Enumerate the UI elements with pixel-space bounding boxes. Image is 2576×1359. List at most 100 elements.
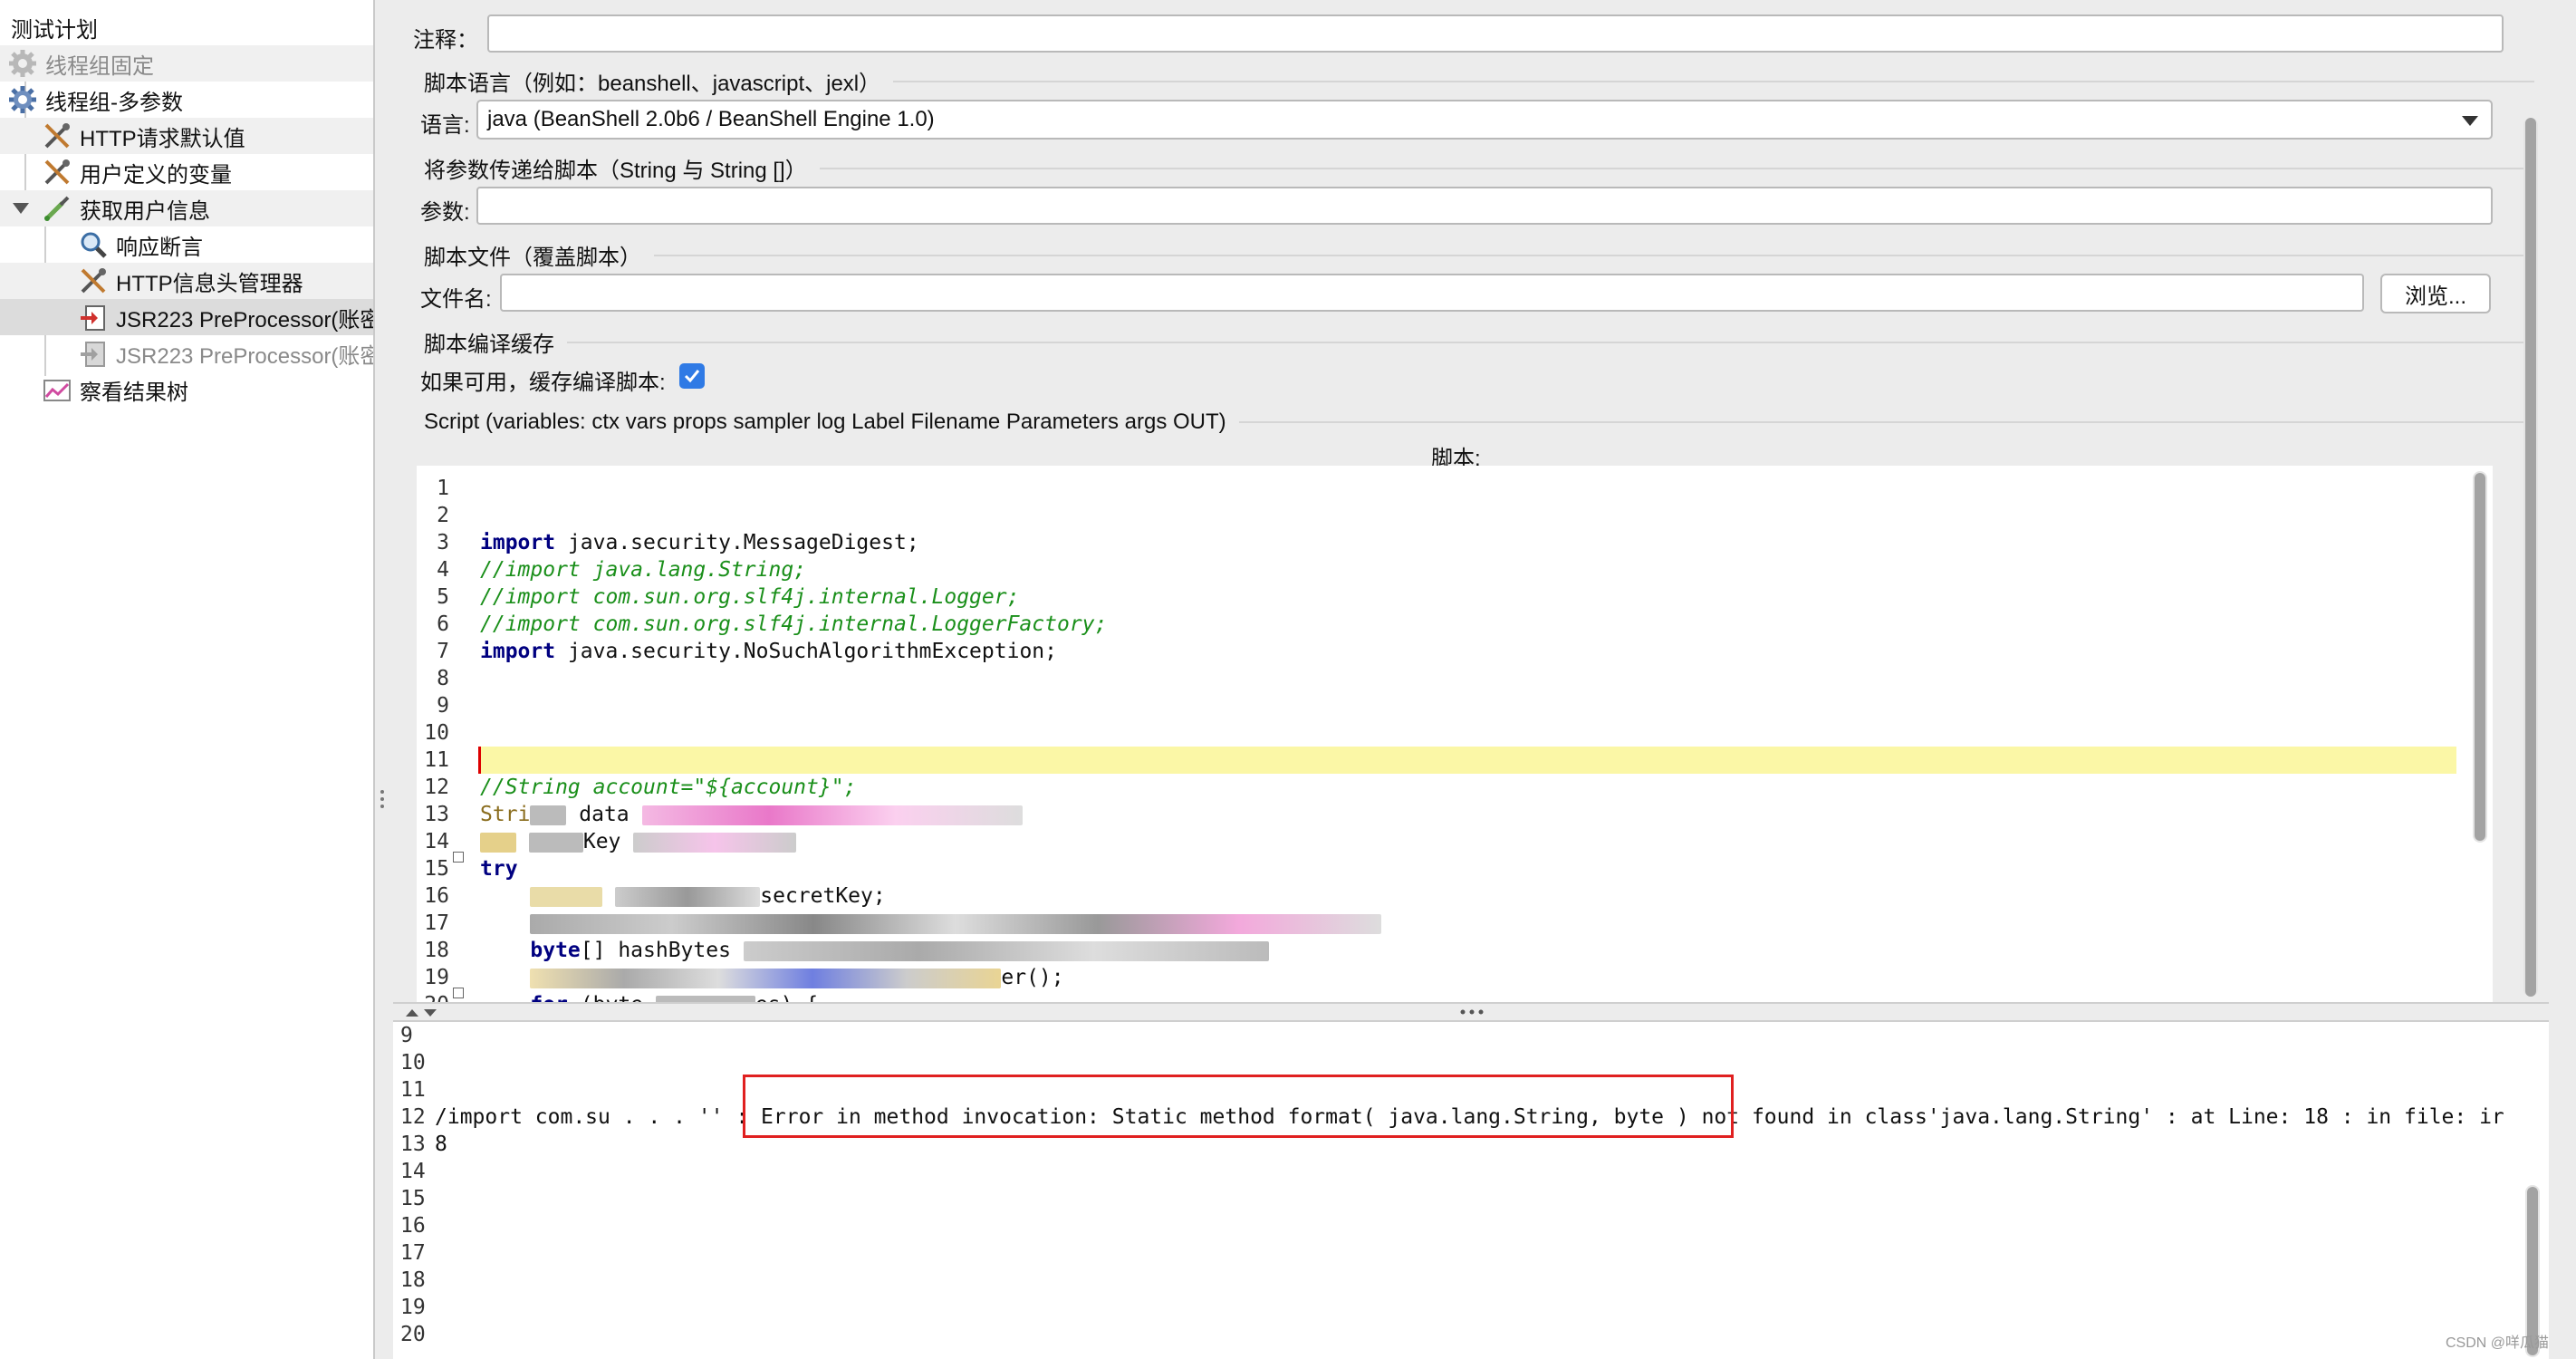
wrench-icon [78, 265, 109, 296]
code-line [480, 910, 2456, 937]
line-number: 11 [424, 748, 449, 772]
script-editor[interactable]: 1 2 3 4 5 6 7 8 9 10 11 12 13 14 15 16 1… [417, 466, 2493, 1002]
preprocessor-icon [78, 338, 109, 369]
line-number: 3 [437, 531, 449, 554]
tree-item-label: HTTP请求默认值 [80, 126, 245, 151]
line-number: 15 [400, 1187, 426, 1210]
parameters-label: 参数: [420, 200, 470, 225]
code-text: java.security.MessageDigest; [555, 531, 919, 554]
line-number: 10 [424, 721, 449, 745]
redacted-block [633, 832, 797, 853]
tree-item-http-header-manager[interactable]: HTTP信息头管理器 [0, 263, 373, 299]
panel-scrollbar[interactable] [2523, 118, 2538, 997]
preprocessor-icon [78, 302, 109, 333]
code-line-current [478, 747, 2456, 774]
error-output-pane[interactable]: 9 10 11 12 13 14 15 16 17 18 19 20 /impo… [393, 1022, 2549, 1359]
code-text: (byte [581, 993, 643, 1002]
redacted-block [530, 913, 1382, 934]
line-number: 2 [437, 504, 449, 527]
chart-icon [42, 374, 72, 405]
tree-item-http-defaults[interactable]: HTTP请求默认值 [0, 118, 373, 154]
comment-label: 注释： [413, 28, 478, 53]
comment-input[interactable] [487, 14, 2504, 53]
code-line: try [480, 855, 2456, 882]
filename-input[interactable] [500, 274, 2364, 312]
editor-scrollbar[interactable] [2473, 471, 2487, 843]
redacted-block [530, 968, 1002, 988]
section-title: 脚本文件（覆盖脚本） [424, 246, 641, 270]
expand-arrow-icon[interactable] [13, 203, 29, 214]
tree-item-view-results-tree[interactable]: 察看结果树 [0, 371, 373, 408]
tree-item-jsr223-preprocessor-disabled[interactable]: JSR223 PreProcessor(账密 [0, 335, 373, 371]
tree-item-jsr223-preprocessor-selected[interactable]: JSR223 PreProcessor(账密 [0, 299, 373, 335]
code-line: import java.security.NoSuchAlgorithmExce… [480, 638, 2456, 665]
line-number: 16 [400, 1214, 426, 1238]
redacted-block [480, 832, 516, 853]
line-number: 17 [424, 911, 449, 935]
redacted-block [641, 805, 1023, 825]
splitter-grip-icon [1460, 1009, 1484, 1015]
code-text: es) { [755, 993, 818, 1002]
code-area[interactable]: import java.security.MessageDigest; //im… [478, 475, 2456, 1002]
splitter-grip [380, 786, 386, 812]
language-select[interactable]: java (BeanShell 2.0b6 / BeanShell Engine… [476, 100, 2493, 140]
line-number: 1 [437, 477, 449, 500]
tree-item-thread-group-fixed[interactable]: 线程组固定 [0, 45, 373, 82]
tree-item-thread-group-multi[interactable]: 线程组-多参数 [0, 82, 373, 118]
line-number: 7 [437, 640, 449, 663]
error-highlight-box [743, 1075, 1734, 1138]
line-number: 13 [424, 803, 449, 826]
editor-output-splitter[interactable] [393, 1002, 2549, 1022]
collapse-arrows-icon[interactable] [404, 1006, 440, 1018]
line-number: 6 [437, 612, 449, 636]
line-number: 5 [437, 585, 449, 609]
pipette-icon [42, 193, 72, 224]
redacted-block [530, 886, 603, 907]
code-text: Key [582, 830, 621, 853]
line-number-gutter: 1 2 3 4 5 6 7 8 9 10 11 12 13 14 15 16 1… [417, 475, 469, 1002]
chevron-down-icon [2462, 116, 2478, 126]
section-title: 脚本语言（例如：beanshell、javascript、jexl） [424, 72, 881, 96]
tree-item-label: JSR223 PreProcessor(账密 [116, 307, 373, 333]
line-number: 18 [400, 1268, 426, 1292]
fold-toggle-icon[interactable] [453, 988, 464, 998]
tree-item-label: 获取用户信息 [80, 198, 210, 224]
panel-scrollbar-thumb[interactable] [2525, 118, 2536, 997]
language-label: 语言: [420, 113, 470, 138]
magnifier-icon [78, 229, 109, 260]
code-line: import java.security.MessageDigest; [480, 529, 2456, 556]
code-text: java.security.NoSuchAlgorithmException; [555, 640, 1057, 663]
browse-button[interactable]: 浏览... [2380, 274, 2491, 313]
code-line: byte[] hashBytes [480, 937, 2456, 964]
parameters-input[interactable] [476, 187, 2493, 225]
compile-cache-section: 脚本编译缓存 [424, 326, 2534, 358]
code-text: Stri [480, 803, 531, 826]
line-number: 16 [424, 884, 449, 908]
tree-item-label: 测试计划 [11, 17, 98, 43]
tree-item-response-assertion[interactable]: 响应断言 [0, 226, 373, 263]
script-language-section: 脚本语言（例如：beanshell、javascript、jexl） [424, 65, 2534, 97]
parameters-section: 将参数传递给脚本（String 与 String []） [424, 152, 2534, 184]
tree-splitter[interactable] [375, 0, 393, 1359]
line-number: 9 [437, 694, 449, 718]
code-line: Key [480, 828, 2456, 855]
cache-compiled-script-checkbox[interactable] [679, 363, 705, 389]
tree-item-user-vars[interactable]: 用户定义的变量 [0, 154, 373, 190]
redacted-block [528, 832, 583, 853]
line-number: 18 [424, 939, 449, 962]
tree-item-label: HTTP信息头管理器 [116, 271, 303, 296]
editor-scrollbar-thumb[interactable] [2475, 473, 2485, 841]
fold-toggle-icon[interactable] [453, 852, 464, 863]
code-keyword: import [480, 531, 556, 554]
tree-item-label: 用户定义的变量 [80, 162, 232, 188]
tree-item-label: 线程组固定 [45, 53, 154, 79]
code-keyword: try [480, 857, 518, 881]
tree-item-label: JSR223 PreProcessor(账密 [116, 343, 373, 369]
tree-item-test-plan[interactable]: 测试计划 [11, 9, 384, 45]
tree-item-get-user-info[interactable]: 获取用户信息 [0, 190, 373, 226]
script-section: Script (variables: ctx vars props sample… [424, 410, 2534, 435]
